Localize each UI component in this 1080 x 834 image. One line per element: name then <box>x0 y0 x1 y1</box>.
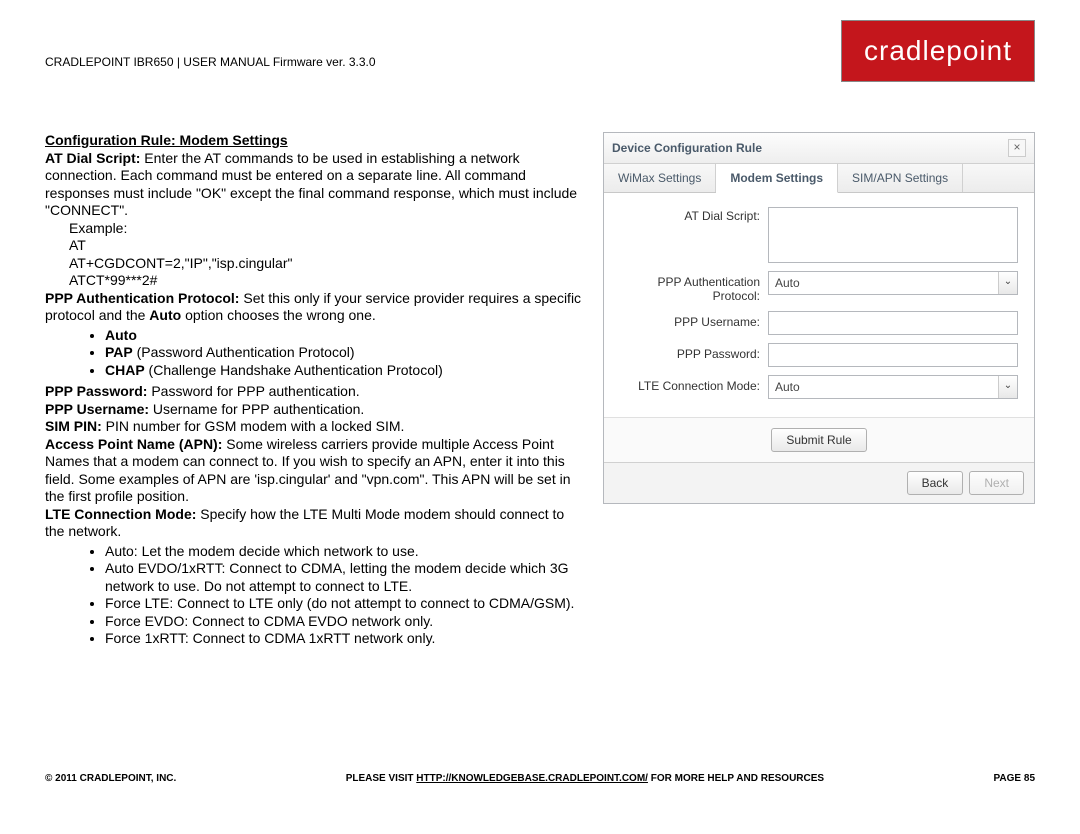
ppp-password-input[interactable] <box>768 343 1018 367</box>
tab-wimax-settings[interactable]: WiMax Settings <box>604 164 716 192</box>
ppp-username-input[interactable] <box>768 311 1018 335</box>
page-number: PAGE 85 <box>994 773 1036 784</box>
lte-heading: LTE Connection Mode: <box>45 506 196 522</box>
device-config-dialog: Device Configuration Rule × WiMax Settin… <box>603 132 1035 504</box>
tab-modem-settings[interactable]: Modem Settings <box>716 164 838 193</box>
dialog-title: Device Configuration Rule <box>612 141 762 155</box>
submit-rule-button[interactable]: Submit Rule <box>771 428 866 452</box>
apn-heading: Access Point Name (APN): <box>45 436 222 452</box>
back-button[interactable]: Back <box>907 471 964 495</box>
ppp-user-label: PPP Username: <box>620 311 768 329</box>
list-item: Auto: Let the modem decide which network… <box>105 543 587 561</box>
tab-sim-apn-settings[interactable]: SIM/APN Settings <box>838 164 963 192</box>
lte-mode-label: LTE Connection Mode: <box>620 375 768 393</box>
ppp-auth-select[interactable]: Auto ⌄ <box>768 271 1018 295</box>
close-icon[interactable]: × <box>1008 139 1026 157</box>
dialog-tabs: WiMax Settings Modem Settings SIM/APN Se… <box>604 164 1034 193</box>
chevron-down-icon: ⌄ <box>998 376 1017 398</box>
footer-help: PLEASE VISIT HTTP://KNOWLEDGEBASE.CRADLE… <box>346 773 824 784</box>
at-dial-heading: AT Dial Script: <box>45 150 140 166</box>
section-title: Configuration Rule: Modem Settings <box>45 132 288 148</box>
brand-logo: cradlepoint <box>841 20 1035 82</box>
at-dial-label: AT Dial Script: <box>620 207 768 223</box>
copyright: © 2011 CRADLEPOINT, INC. <box>45 773 176 784</box>
ppp-auth-label: PPP Authentication Protocol: <box>620 271 768 303</box>
body-text: Configuration Rule: Modem Settings AT Di… <box>45 132 587 652</box>
chevron-down-icon: ⌄ <box>998 272 1017 294</box>
lte-mode-select[interactable]: Auto ⌄ <box>768 375 1018 399</box>
at-dial-script-input[interactable] <box>768 207 1018 263</box>
example-label: Example: <box>69 220 587 238</box>
ppp-auth-heading: PPP Authentication Protocol: <box>45 290 239 306</box>
page-footer: © 2011 CRADLEPOINT, INC. PLEASE VISIT HT… <box>45 773 1035 784</box>
next-button[interactable]: Next <box>969 471 1024 495</box>
list-item: Force LTE: Connect to LTE only (do not a… <box>105 595 587 613</box>
doc-header: CRADLEPOINT IBR650 | USER MANUAL Firmwar… <box>45 20 376 69</box>
list-item: Force 1xRTT: Connect to CDMA 1xRTT netwo… <box>105 630 587 648</box>
example-line: ATCT*99***2# <box>69 272 587 290</box>
list-item: Force EVDO: Connect to CDMA EVDO network… <box>105 613 587 631</box>
example-line: AT <box>69 237 587 255</box>
list-item: Auto EVDO/1xRTT: Connect to CDMA, lettin… <box>105 560 587 595</box>
sim-pin-heading: SIM PIN: <box>45 418 102 434</box>
ppp-username-heading: PPP Username: <box>45 401 149 417</box>
example-line: AT+CGDCONT=2,"IP","isp.cingular" <box>69 255 587 273</box>
ppp-password-heading: PPP Password: <box>45 383 147 399</box>
ppp-pass-label: PPP Password: <box>620 343 768 361</box>
kb-link[interactable]: HTTP://KNOWLEDGEBASE.CRADLEPOINT.COM/ <box>416 773 648 784</box>
